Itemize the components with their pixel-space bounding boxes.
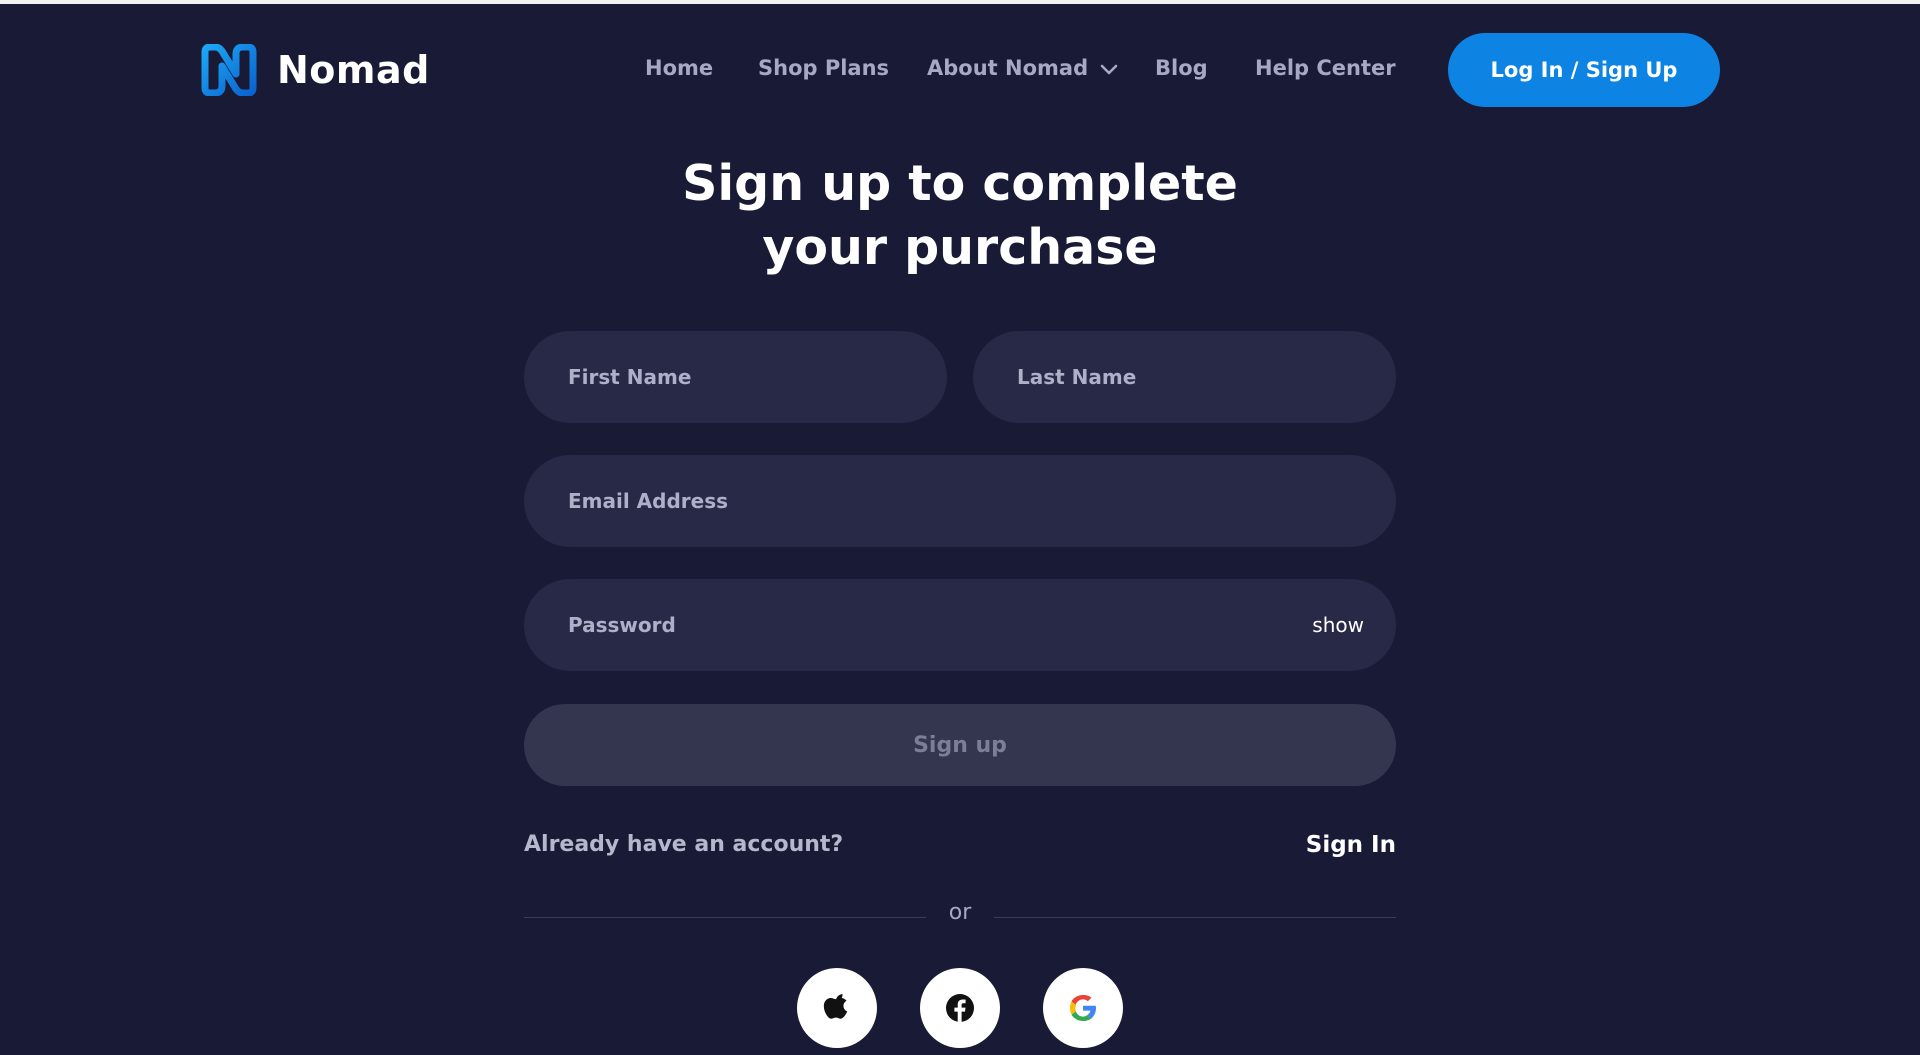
divider-left [524, 917, 926, 918]
already-have-account-text: Already have an account? [524, 832, 844, 857]
facebook-icon [946, 994, 974, 1022]
first-name-field[interactable] [524, 331, 947, 423]
last-name-input[interactable] [1015, 364, 1396, 390]
nav-item-help-center[interactable]: Help Center [1255, 48, 1396, 88]
password-field[interactable]: show [524, 579, 1396, 671]
top-border [0, 0, 1920, 4]
email-field[interactable] [524, 455, 1396, 547]
nav-item-home[interactable]: Home [645, 48, 713, 88]
facebook-signin-button[interactable] [920, 968, 1000, 1048]
or-separator: or [948, 900, 972, 925]
page-title: Sign up to complete your purchase [560, 152, 1360, 280]
show-password-toggle[interactable]: show [1312, 579, 1364, 671]
nav-item-blog[interactable]: Blog [1155, 48, 1208, 88]
google-signin-button[interactable] [1043, 968, 1123, 1048]
apple-signin-button[interactable] [797, 968, 877, 1048]
brand-name: Nomad [277, 48, 430, 92]
sign-in-link[interactable]: Sign In [1306, 832, 1396, 858]
last-name-field[interactable] [973, 331, 1396, 423]
password-input[interactable] [566, 612, 1270, 638]
apple-icon [823, 994, 848, 1019]
google-icon [1070, 995, 1096, 1021]
login-signup-button[interactable]: Log In / Sign Up [1448, 33, 1720, 107]
nav-item-about-nomad[interactable]: About Nomad [927, 48, 1118, 88]
nav-item-shop-plans[interactable]: Shop Plans [758, 48, 889, 88]
nav-item-about-label: About Nomad [927, 56, 1089, 80]
email-input[interactable] [566, 488, 1396, 514]
brand-logo[interactable]: Nomad [199, 44, 430, 96]
page-title-line1: Sign up to complete [682, 155, 1238, 212]
nomad-logo-icon [201, 44, 257, 96]
divider-right [994, 917, 1396, 918]
first-name-input[interactable] [566, 364, 947, 390]
chevron-down-icon [1100, 49, 1118, 89]
sign-up-button[interactable]: Sign up [524, 704, 1396, 786]
page-title-line2: your purchase [762, 219, 1158, 276]
